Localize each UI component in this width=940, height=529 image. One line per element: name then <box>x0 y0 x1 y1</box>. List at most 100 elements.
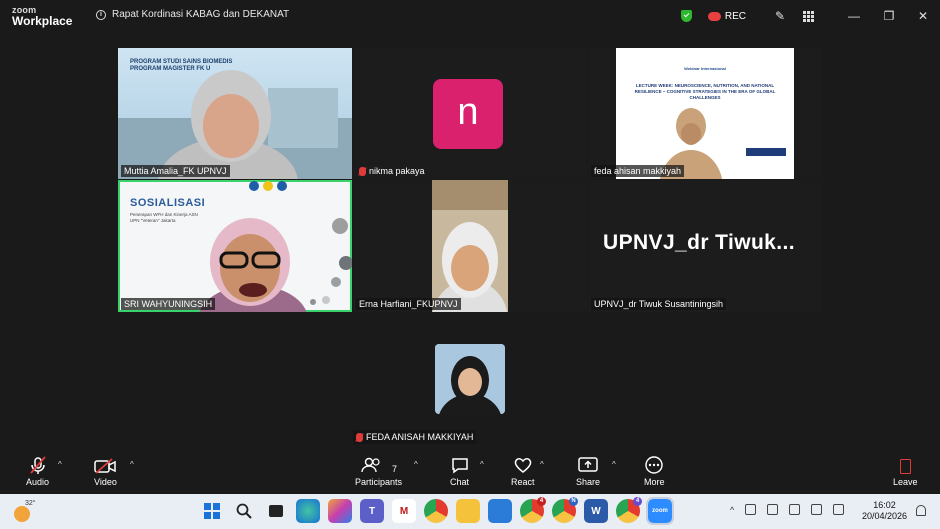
word-app[interactable]: W <box>584 499 608 523</box>
participants-icon: 7 <box>360 456 397 474</box>
copilot-app[interactable] <box>328 499 352 523</box>
video-tile-feda-shared[interactable]: Webinar Internasional LECTURE WEEK: NEUR… <box>588 48 823 179</box>
video-button[interactable]: Video <box>94 456 117 487</box>
speaker-muted-icon[interactable] <box>811 504 823 515</box>
apps-button[interactable] <box>794 0 822 32</box>
meeting-info[interactable]: i Rapat Kordinasi KABAG dan DEKANAT <box>96 9 289 20</box>
chat-button[interactable]: Chat <box>450 456 469 487</box>
notification-badge: 4 <box>537 497 546 506</box>
network-icon[interactable] <box>767 504 779 515</box>
participants-count: 7 <box>392 464 398 474</box>
restore-button[interactable]: ❐ <box>872 0 906 32</box>
rec-label: REC <box>724 10 746 22</box>
react-label: React <box>511 477 535 487</box>
tray-app-icon[interactable] <box>745 504 757 515</box>
video-tile-erna[interactable]: Erna Harfiani_FKUPNVJ <box>353 180 587 312</box>
slide-line1: PROGRAM STUDI SAINS BIOMEDIS <box>130 59 233 65</box>
close-button[interactable]: ✕ <box>906 0 940 32</box>
leave-button[interactable]: Leave <box>893 456 918 487</box>
react-button[interactable]: React <box>511 456 535 487</box>
participant-name-tag: FEDA ANISAH MAKKIYAH <box>353 430 477 444</box>
time: 16:02 <box>873 500 896 510</box>
meeting-title: Rapat Kordinasi KABAG dan DEKANAT <box>112 9 290 20</box>
mcafee-app[interactable]: M <box>392 499 416 523</box>
participant-name-tag: UPNVJ_dr Tiwuk Susantiningsih <box>591 298 727 310</box>
teams-app[interactable]: T <box>360 499 384 523</box>
more-button[interactable]: More <box>644 456 665 487</box>
audio-label: Audio <box>26 477 50 487</box>
participant-display-name: UPNVJ_dr Tiwuk... <box>603 231 795 254</box>
video-tile-tiwuk[interactable]: UPNVJ_dr Tiwuk... UPNVJ_dr Tiwuk Susanti… <box>588 180 823 312</box>
chrome-profile-3[interactable]: 4 <box>616 497 642 523</box>
react-options-chevron-icon[interactable]: ^ <box>540 460 544 469</box>
windows-taskbar: 32° T M 4 N W 4 zoom ^ 16:02 20/04/2026 <box>0 494 940 529</box>
chrome-profile-2[interactable]: N <box>552 497 578 523</box>
task-view-icon <box>269 505 283 517</box>
participant-name-tag: Muttia Amalia_FK UPNVJ <box>121 165 230 177</box>
meeting-toolbar: Audio ^ Video ^ 7 Participants ^ Chat ^ <box>0 451 940 494</box>
participant-name-tag: SRI WAHYUNINGSIH <box>121 298 216 310</box>
search-button[interactable] <box>232 499 256 523</box>
minimize-button[interactable]: — <box>836 0 872 32</box>
start-button[interactable] <box>200 499 224 523</box>
title-bar: zoom Workplace i Rapat Kordinasi KABAG d… <box>0 0 940 32</box>
teams-icon: T <box>368 505 376 517</box>
share-label: Share <box>576 477 601 487</box>
windows-icon <box>204 503 220 519</box>
participants-label: Participants <box>355 477 403 487</box>
participants-button[interactable]: 7 Participants <box>355 456 402 487</box>
notification-bell-icon[interactable] <box>916 505 926 516</box>
cloud-record-icon <box>707 11 721 21</box>
annotate-button[interactable]: ✎ <box>766 0 794 32</box>
more-label: More <box>644 477 665 487</box>
close-icon: ✕ <box>917 9 929 23</box>
video-tile-nikma[interactable]: n nikma pakaya <box>353 48 587 179</box>
security-shield-icon[interactable] <box>680 10 692 22</box>
video-tile-muttia[interactable]: PROGRAM STUDI SAINS BIOMEDIS PROGRAM MAG… <box>118 48 352 179</box>
share-options-chevron-icon[interactable]: ^ <box>612 460 616 469</box>
zoom-app[interactable]: zoom <box>646 497 674 525</box>
chrome-profile-1[interactable]: 4 <box>520 497 546 523</box>
profile-picture-feda[interactable] <box>435 344 505 414</box>
weather-widget[interactable]: 32° <box>12 500 36 522</box>
muted-mic-icon <box>356 432 363 442</box>
date: 20/04/2026 <box>862 511 908 521</box>
leave-icon <box>899 456 911 474</box>
wifi-icon[interactable] <box>789 504 801 515</box>
store-app[interactable] <box>488 499 512 523</box>
heart-icon <box>513 456 533 474</box>
title-bar-controls: REC ✎ — ❐ ✕ <box>680 0 940 32</box>
audio-button[interactable]: Audio <box>26 456 49 487</box>
file-explorer-app[interactable] <box>456 499 480 523</box>
participants-options-chevron-icon[interactable]: ^ <box>414 460 418 469</box>
video-options-chevron-icon[interactable]: ^ <box>130 460 134 469</box>
pencil-icon: ✎ <box>774 9 786 23</box>
share-button[interactable]: Share <box>576 456 600 487</box>
info-icon[interactable]: i <box>96 9 106 20</box>
battery-icon[interactable] <box>833 504 845 515</box>
notification-badge: N <box>569 497 578 506</box>
slide-line2: UPN "Veteran" Jakarta <box>130 218 176 223</box>
taskbar-apps: T M 4 N W 4 zoom <box>200 497 674 525</box>
zoom-logo: zoom Workplace <box>12 6 72 28</box>
temperature: 32° <box>25 500 36 507</box>
chevron-up-icon[interactable]: ^ <box>730 505 734 515</box>
leave-label: Leave <box>893 477 918 487</box>
participant-name-tag: feda ahisan makkiyah <box>591 165 685 177</box>
shared-slide: Webinar Internasional LECTURE WEEK: NEUR… <box>616 48 794 179</box>
mcafee-shield-icon: M <box>399 505 409 517</box>
more-icon <box>644 456 664 474</box>
slide-line2: PROGRAM MAGISTER FK U <box>130 66 211 72</box>
recording-indicator[interactable]: REC <box>707 10 746 22</box>
audio-options-chevron-icon[interactable]: ^ <box>58 460 62 469</box>
task-view-button[interactable] <box>264 499 288 523</box>
edge-app-1[interactable] <box>296 499 320 523</box>
taskbar-clock[interactable]: 16:02 20/04/2026 <box>862 500 907 522</box>
chat-options-chevron-icon[interactable]: ^ <box>480 460 484 469</box>
apps-grid-icon <box>802 10 814 22</box>
video-tile-sri[interactable]: SOSIALISASI Penerapan WFH dan Kinerja AS… <box>118 180 352 312</box>
share-screen-icon <box>578 456 598 474</box>
chrome-app[interactable] <box>424 499 448 523</box>
restore-icon: ❐ <box>883 9 895 23</box>
slide-title: SOSIALISASI <box>130 197 206 209</box>
